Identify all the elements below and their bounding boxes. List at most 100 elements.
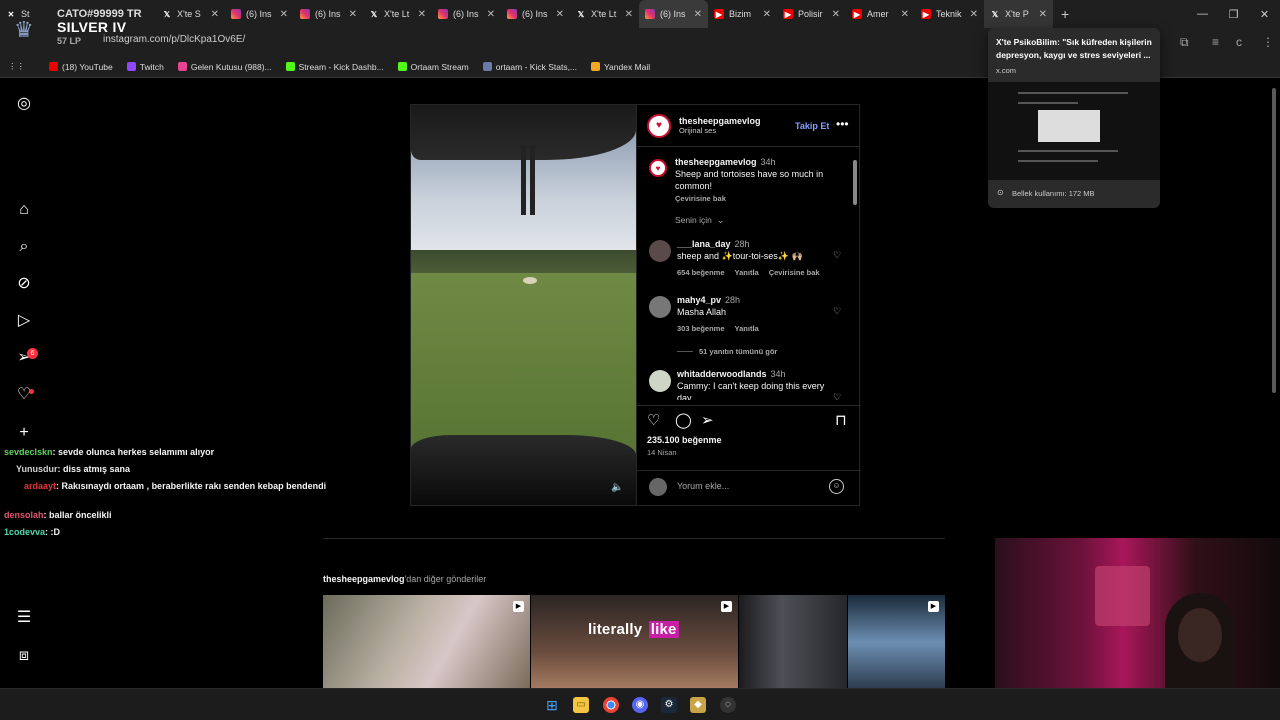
instagram-icon: [438, 9, 448, 19]
emoji-icon[interactable]: ☺: [829, 479, 844, 494]
tab-search-icon[interactable]: ≡: [1212, 35, 1219, 49]
bookmark-item[interactable]: Ortaam Stream: [397, 62, 469, 72]
browser-tab[interactable]: 𝕏 X'te Lt ✕: [570, 0, 639, 28]
post-date: 14 Nisan: [647, 448, 677, 457]
memory-usage: Bellek kullanımı: 172 MB: [1012, 189, 1095, 198]
menu-dots-icon[interactable]: ⋮: [1262, 35, 1274, 49]
like-icon[interactable]: ♡: [647, 411, 660, 429]
comments-scrollbar[interactable]: [852, 150, 858, 400]
close-tab-icon[interactable]: ✕: [1039, 9, 1047, 20]
notifications-heart-icon[interactable]: ♡: [14, 385, 34, 405]
taskbar: ⊞ ▭ ◉ ⚙ ◆ ◌: [0, 688, 1280, 720]
more-options-icon[interactable]: •••: [836, 117, 849, 131]
close-tab-icon[interactable]: ✕: [349, 9, 357, 20]
profile-avatar[interactable]: c: [1236, 35, 1242, 49]
post-thumbnail[interactable]: literally like ▶: [531, 595, 738, 690]
close-tab-icon[interactable]: ✕: [280, 9, 288, 20]
close-tab-icon[interactable]: ✕: [418, 9, 426, 20]
bookmark-item[interactable]: Twitch: [126, 62, 164, 72]
apps-grid-icon[interactable]: ⋮⋮: [8, 61, 25, 72]
steam-icon[interactable]: ⚙: [661, 697, 677, 713]
explore-icon[interactable]: ⊘: [14, 274, 34, 294]
like-comment-icon[interactable]: ♡: [833, 392, 841, 400]
browser-tab[interactable]: (6) Ins ✕: [501, 0, 570, 28]
close-tab-icon[interactable]: ✕: [556, 9, 564, 20]
create-icon[interactable]: +: [14, 423, 34, 443]
translate-link[interactable]: Çevirisine bak: [675, 194, 726, 203]
discord-icon[interactable]: ◉: [632, 697, 648, 713]
audio-label[interactable]: Orijinal ses: [679, 126, 761, 135]
comment-icon[interactable]: ◯: [675, 411, 692, 429]
minimize-icon[interactable]: —: [1187, 8, 1218, 20]
close-tab-icon[interactable]: ✕: [832, 9, 840, 20]
browser-tab[interactable]: 𝕏 X'te P ✕: [984, 0, 1053, 28]
close-tab-icon[interactable]: ✕: [763, 9, 771, 20]
close-tab-icon[interactable]: ✕: [901, 9, 909, 20]
author-avatar[interactable]: ♥: [647, 113, 671, 138]
follow-button[interactable]: Takip Et: [795, 121, 829, 131]
close-tab-icon[interactable]: ✕: [625, 9, 633, 20]
browser-tab[interactable]: (6) Ins ✕: [294, 0, 363, 28]
yandex-mail-icon: [591, 62, 601, 71]
post-thumbnail[interactable]: ▶: [848, 595, 945, 690]
rank-name: SILVER IV: [57, 19, 127, 35]
like-comment-icon[interactable]: ♡: [833, 250, 841, 261]
browser-tab[interactable]: 𝕏 X'te S ✕: [156, 0, 225, 28]
close-tab-icon[interactable]: ✕: [487, 9, 495, 20]
app-icon[interactable]: ◌: [720, 697, 736, 713]
save-bookmark-icon[interactable]: ⊓: [835, 411, 847, 429]
page-scrollbar[interactable]: [1270, 82, 1278, 398]
share-icon[interactable]: ➢: [701, 411, 714, 429]
threads-icon[interactable]: ⧈: [14, 646, 34, 666]
commenter-avatar[interactable]: [649, 370, 671, 392]
search-icon[interactable]: ⌕: [14, 237, 34, 257]
browser-tab[interactable]: ▶ Amer ✕: [846, 0, 915, 28]
chrome-icon[interactable]: [603, 697, 619, 713]
home-icon[interactable]: ⌂: [14, 200, 34, 220]
chat-message: densolah: ballar öncelikli: [4, 510, 112, 520]
close-window-icon[interactable]: ✕: [1249, 8, 1280, 21]
browser-tab[interactable]: ▶ Polisir ✕: [777, 0, 846, 28]
browser-tab[interactable]: ▶ Bizim ✕: [708, 0, 777, 28]
bookmark-item[interactable]: (18) YouTube: [49, 62, 113, 72]
url-field[interactable]: instagram.com/p/DlcKpa1Ov6E/: [103, 34, 245, 45]
league-client-icon[interactable]: ◆: [690, 697, 706, 713]
new-tab-button[interactable]: +: [1061, 6, 1069, 22]
windows-start-icon[interactable]: ⊞: [544, 697, 560, 713]
chat-message: Yunusdur: diss atmış sana: [16, 464, 131, 474]
browser-tab[interactable]: (6) Ins ✕: [225, 0, 294, 28]
bookmark-item[interactable]: Gelen Kutusu (988)...: [177, 62, 272, 72]
commenter-avatar[interactable]: [649, 296, 671, 318]
reels-icon[interactable]: ▷: [14, 311, 34, 331]
post-video[interactable]: 🔈: [411, 105, 636, 505]
author-username[interactable]: thesheepgamevlog: [679, 116, 761, 126]
post-thumbnail[interactable]: ▶: [323, 595, 530, 690]
browser-tab[interactable]: (6) Ins ✕: [432, 0, 501, 28]
browser-tab[interactable]: ▶ Teknik ✕: [915, 0, 984, 28]
extensions-icon[interactable]: ⧉: [1180, 35, 1189, 50]
more-posts-heading: thesheepgamevlog'dan diğer gönderiler: [323, 574, 487, 584]
post-thumbnail[interactable]: [739, 595, 847, 690]
user-avatar: [649, 478, 667, 496]
like-comment-icon[interactable]: ♡: [833, 306, 841, 317]
like-count[interactable]: 235.100 beğenme: [647, 435, 722, 445]
close-tab-icon[interactable]: ✕: [970, 9, 978, 20]
volume-icon[interactable]: 🔈: [611, 482, 623, 493]
instagram-logo-icon[interactable]: ◎: [14, 94, 34, 114]
author-avatar[interactable]: ♥: [649, 159, 667, 177]
hover-card-domain: x.com: [996, 66, 1017, 75]
browser-tab[interactable]: 𝕏 X'te Lt ✕: [363, 0, 432, 28]
more-menu-icon[interactable]: ☰: [14, 608, 34, 628]
bookmark-item[interactable]: ortaam - Kick Stats,...: [482, 62, 577, 72]
bookmark-item[interactable]: Stream - Kick Dashb...: [285, 62, 384, 72]
kick-icon: [397, 62, 407, 71]
post-header: ♥ thesheepgamevlog Orijinal ses Takip Et…: [637, 105, 860, 147]
commenter-avatar[interactable]: [649, 240, 671, 262]
close-tab-icon[interactable]: ✕: [694, 9, 702, 20]
comment-input[interactable]: [677, 481, 827, 491]
browser-tab-active[interactable]: (6) Ins ✕: [639, 0, 708, 28]
file-explorer-icon[interactable]: ▭: [573, 697, 589, 713]
close-tab-icon[interactable]: ✕: [211, 9, 219, 20]
bookmark-item[interactable]: Yandex Mail: [591, 62, 650, 72]
maximize-icon[interactable]: ❐: [1218, 8, 1249, 21]
